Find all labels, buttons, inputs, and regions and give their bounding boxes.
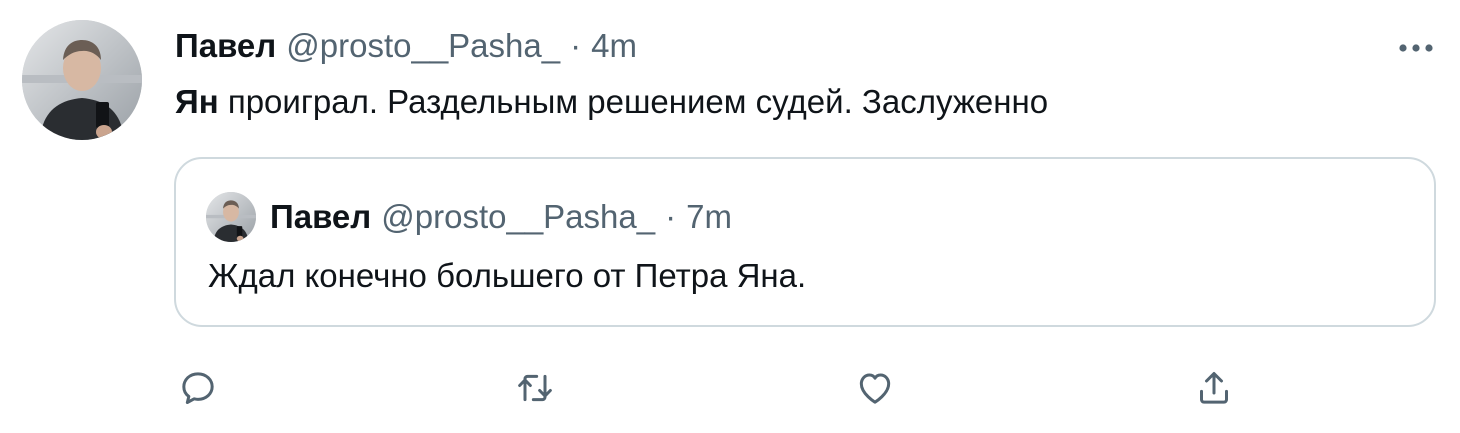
quoted-tweet-header: Павел @prosto__Pasha_ · 7m xyxy=(270,197,732,237)
share-icon xyxy=(1200,372,1228,404)
share-button[interactable] xyxy=(1186,360,1242,416)
tweet-actions xyxy=(0,360,1460,416)
retweet-icon xyxy=(518,374,552,402)
quoted-tweet-text: Ждал конечно большего от Петра Яна. xyxy=(208,257,807,294)
tweet[interactable]: Павел @prosto__Pasha_ · 4m Ян проиграл. … xyxy=(0,0,1460,433)
header-separator: · xyxy=(570,27,582,64)
quoted-tweet[interactable]: Павел @prosto__Pasha_ · 7m Ждал конечно … xyxy=(174,157,1436,327)
author-avatar[interactable] xyxy=(22,20,142,140)
more-options-button[interactable] xyxy=(1392,28,1440,68)
tweet-text-mention: Ян xyxy=(175,83,219,120)
user-photo-avatar-icon xyxy=(22,20,142,140)
more-horizontal-icon xyxy=(1399,44,1433,52)
reply-icon xyxy=(182,372,214,404)
retweet-button[interactable] xyxy=(507,360,563,416)
tweet-timestamp[interactable]: 4m xyxy=(591,27,637,65)
tweet-text: Ян проиграл. Раздельным решением судей. … xyxy=(175,80,1048,124)
quoted-author-avatar xyxy=(206,192,256,242)
tweet-text-body: проиграл. Раздельным решением судей. Зас… xyxy=(218,83,1049,120)
user-photo-avatar-icon xyxy=(206,192,256,242)
like-button[interactable] xyxy=(847,360,903,416)
quoted-author-handle: @prosto__Pasha_ xyxy=(381,198,656,235)
quoted-header-separator: · xyxy=(665,198,677,235)
like-icon xyxy=(859,373,891,404)
author-name[interactable]: Павел xyxy=(175,27,276,65)
author-handle[interactable]: @prosto__Pasha_ xyxy=(286,27,560,65)
quoted-author-name: Павел xyxy=(270,198,372,235)
tweet-header: Павел @prosto__Pasha_ · 4m xyxy=(175,26,637,66)
reply-button[interactable] xyxy=(170,360,226,416)
quoted-tweet-timestamp: 7m xyxy=(686,198,732,235)
